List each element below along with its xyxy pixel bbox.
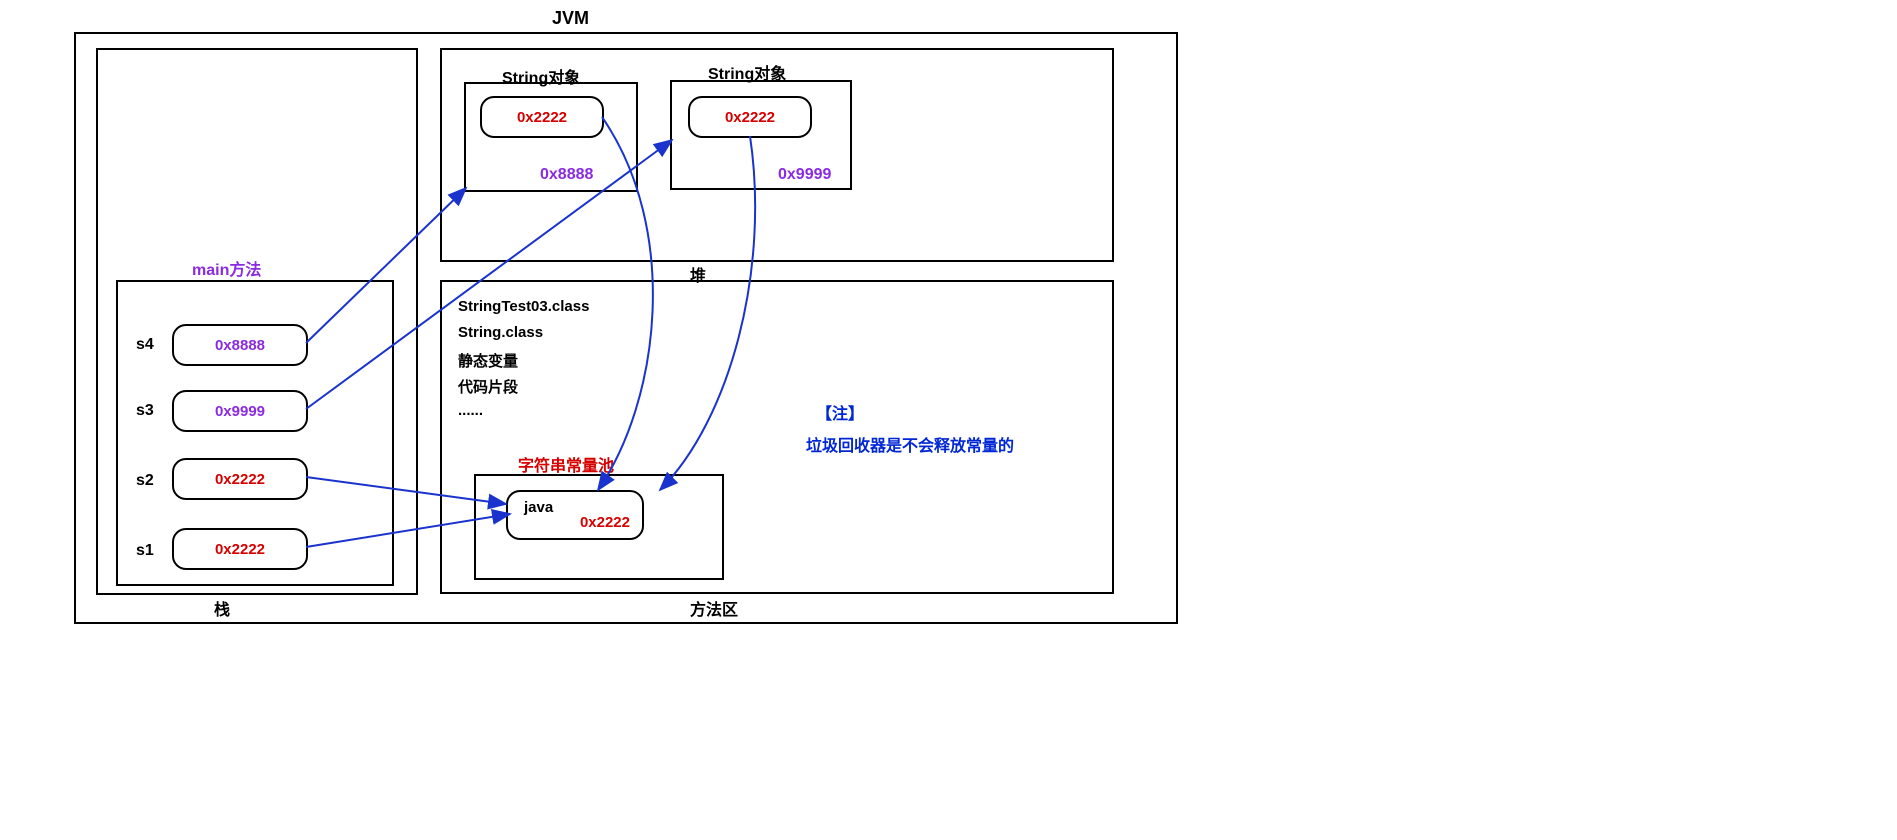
method-line-1: StringTest03.class bbox=[458, 298, 589, 315]
string-obj1-pill: 0x2222 bbox=[480, 96, 604, 138]
jvm-title: JVM bbox=[552, 8, 589, 29]
var-s1-label: s1 bbox=[136, 542, 154, 560]
var-s3-label: s3 bbox=[136, 402, 154, 420]
string-pool-entry: java 0x2222 bbox=[506, 490, 644, 540]
note-body: 垃圾回收器是不会释放常量的 bbox=[806, 432, 1014, 456]
string-obj1-addr: 0x8888 bbox=[540, 166, 593, 184]
pool-entry-label: java bbox=[524, 499, 553, 516]
var-s3-pill: 0x9999 bbox=[172, 390, 308, 432]
string-obj2-pill: 0x2222 bbox=[688, 96, 812, 138]
var-s4-label: s4 bbox=[136, 336, 154, 354]
var-s1-pill: 0x2222 bbox=[172, 528, 308, 570]
string-pool-title: 字符串常量池 bbox=[518, 452, 614, 476]
string-obj2-addr: 0x9999 bbox=[778, 166, 831, 184]
pool-entry-addr: 0x2222 bbox=[580, 514, 642, 531]
var-s4-pill: 0x8888 bbox=[172, 324, 308, 366]
method-area-label: 方法区 bbox=[690, 596, 738, 620]
stack-label: 栈 bbox=[214, 596, 230, 620]
var-s2-pill: 0x2222 bbox=[172, 458, 308, 500]
var-s2-label: s2 bbox=[136, 472, 154, 490]
note-title: 【注】 bbox=[816, 400, 864, 424]
main-method-label: main方法 bbox=[192, 256, 261, 280]
method-line-2: String.class bbox=[458, 324, 543, 341]
method-line-4: 代码片段 bbox=[458, 376, 518, 397]
method-line-3: 静态变量 bbox=[458, 350, 518, 371]
method-line-5: ...... bbox=[458, 402, 483, 419]
